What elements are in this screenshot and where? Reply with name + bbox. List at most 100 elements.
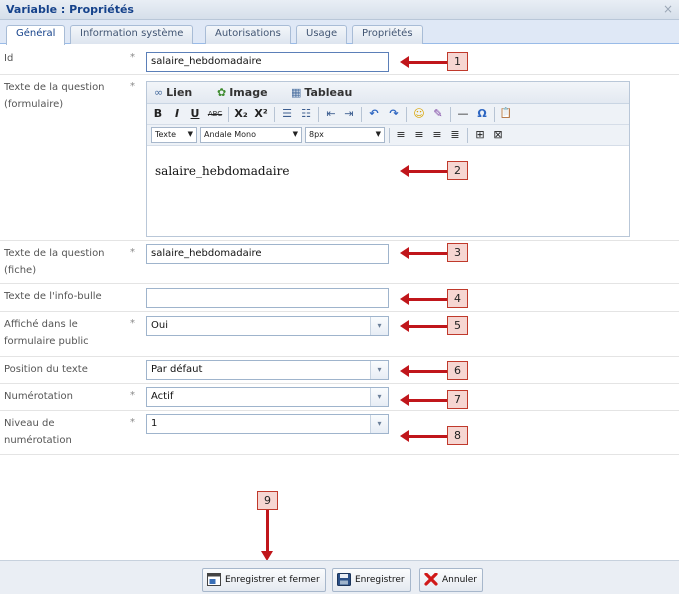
align-left-icon[interactable]: ≡ — [394, 127, 408, 143]
row-public-form: Affiché dans le formulaire public * Oui … — [0, 312, 679, 357]
required-mark: * — [130, 417, 135, 428]
question-form-label: Texte de la question (formulaire) — [4, 82, 105, 110]
outdent-icon[interactable]: ⇤ — [324, 106, 338, 122]
toolbar-separator — [494, 107, 495, 122]
red-x-icon — [424, 573, 438, 586]
chevron-down-icon[interactable]: ▾ — [370, 361, 388, 379]
cancel-button[interactable]: Annuler — [419, 568, 484, 592]
required-mark: * — [130, 390, 135, 401]
row-id: Id * salaire_hebdomadaire — [0, 46, 679, 75]
callout-arrow — [400, 165, 447, 177]
rich-text-editor: ∞ Lien ✿ Image ▦ Tableau B I U ABC X₂ X² ☰ … — [146, 81, 630, 237]
tab-strip: Général Information système Autorisation… — [0, 20, 679, 45]
editor-content[interactable]: salaire_hebdomadaire — [155, 164, 289, 178]
text-position-select[interactable]: Par défaut ▾ — [146, 360, 389, 380]
chevron-down-icon[interactable]: ▾ — [370, 415, 388, 433]
toolbar-separator — [318, 107, 319, 122]
save-label: Enregistrer — [355, 575, 405, 585]
underline-button[interactable]: U — [189, 106, 201, 122]
floppy-disk-icon — [337, 573, 351, 586]
public-form-value: Oui — [151, 320, 168, 331]
tab-general[interactable]: Général — [6, 25, 66, 45]
superscript-button[interactable]: X² — [253, 106, 269, 122]
subscript-button[interactable]: X₂ — [233, 106, 249, 122]
toolbar-separator — [406, 107, 407, 122]
justify-icon[interactable]: ≣ — [448, 127, 462, 143]
tooltip-label: Texte de l'info-bulle — [4, 291, 102, 302]
tab-permissions[interactable]: Autorisations — [205, 25, 291, 44]
special-char-icon[interactable]: Ω — [475, 106, 489, 122]
row-question-fiche: Texte de la question (fiche) * salaire_h… — [0, 241, 679, 284]
callout-arrow — [400, 293, 447, 305]
public-form-label: Affiché dans le formulaire public — [4, 319, 89, 347]
undo-icon[interactable]: ↶ — [367, 106, 381, 122]
required-mark: * — [130, 247, 135, 258]
italic-button[interactable]: I — [171, 106, 183, 122]
toolbar-separator — [467, 128, 468, 143]
font-select[interactable]: Andale Mono ▼ — [200, 127, 302, 143]
callout-arrow — [400, 430, 447, 442]
paste-icon[interactable]: 📋 — [499, 106, 513, 122]
window-title: Variable : Propriétés — [6, 3, 134, 16]
bullet-list-icon[interactable]: ☰ — [280, 106, 294, 122]
text-position-value: Par défaut — [151, 364, 203, 375]
required-mark: * — [130, 81, 135, 92]
format-select[interactable]: Texte ▼ — [151, 127, 197, 143]
editor-tab-link[interactable]: ∞ Lien — [154, 86, 192, 99]
tab-properties[interactable]: Propriétés — [352, 25, 423, 44]
indent-icon[interactable]: ⇥ — [342, 106, 356, 122]
emoticon-icon[interactable]: ☺ — [412, 106, 426, 122]
table-insert-icon[interactable]: ⊞ — [473, 127, 487, 143]
numbering-value: Actif — [151, 391, 174, 402]
cancel-label: Annuler — [442, 575, 478, 585]
id-label: Id — [4, 53, 14, 64]
toolbar-separator — [361, 107, 362, 122]
tab-system-info[interactable]: Information système — [70, 25, 194, 44]
numbering-level-value: 1 — [151, 418, 158, 429]
required-mark: * — [130, 52, 135, 63]
save-close-button[interactable]: Enregistrer et fermer — [202, 568, 326, 592]
chevron-down-icon[interactable]: ▾ — [370, 388, 388, 406]
text-position-label: Position du texte — [4, 364, 88, 375]
spellcheck-icon[interactable]: ✎ — [431, 106, 445, 122]
required-mark: * — [130, 318, 135, 329]
numbering-level-label: Niveau de numérotation — [4, 418, 72, 446]
id-input[interactable]: salaire_hebdomadaire — [146, 52, 389, 72]
horizontal-rule-icon[interactable]: — — [456, 106, 470, 122]
callout-badge-5: 5 — [447, 316, 468, 335]
save-button[interactable]: Enregistrer — [332, 568, 411, 592]
toolbar-separator — [450, 107, 451, 122]
tab-usage[interactable]: Usage — [296, 25, 348, 44]
callout-badge-4: 4 — [447, 289, 468, 308]
callout-arrow — [400, 247, 447, 259]
format-select-value: Texte — [155, 130, 177, 139]
callout-arrow — [400, 394, 447, 406]
align-right-icon[interactable]: ≡ — [430, 127, 444, 143]
editor-tab-table[interactable]: ▦ Tableau — [291, 86, 352, 99]
chevron-down-icon[interactable]: ▾ — [370, 317, 388, 335]
redo-icon[interactable]: ↷ — [387, 106, 401, 122]
row-text-position: Position du texte Par défaut ▾ — [0, 357, 679, 384]
editor-tabs: ∞ Lien ✿ Image ▦ Tableau — [147, 82, 629, 104]
question-fiche-input[interactable]: salaire_hebdomadaire — [146, 244, 389, 264]
align-center-icon[interactable]: ≡ — [412, 127, 426, 143]
tooltip-input[interactable] — [146, 288, 389, 308]
callout-badge-1: 1 — [447, 52, 468, 71]
numbered-list-icon[interactable]: ☷ — [299, 106, 313, 122]
numbering-level-select[interactable]: 1 ▾ — [146, 414, 389, 434]
callout-badge-9: 9 — [257, 491, 278, 510]
font-select-value: Andale Mono — [204, 130, 256, 139]
callout-badge-7: 7 — [447, 390, 468, 409]
table-delete-icon[interactable]: ⊠ — [491, 127, 505, 143]
window-save-icon — [207, 573, 221, 586]
close-icon[interactable]: × — [663, 2, 673, 16]
strikethrough-button[interactable]: ABC — [206, 106, 224, 122]
numbering-select[interactable]: Actif ▾ — [146, 387, 389, 407]
toolbar-separator — [389, 128, 390, 143]
numbering-label: Numérotation — [4, 391, 73, 402]
editor-tab-image[interactable]: ✿ Image — [217, 86, 268, 99]
editor-tab-table-label: Tableau — [304, 86, 353, 99]
public-form-select[interactable]: Oui ▾ — [146, 316, 389, 336]
bold-button[interactable]: B — [152, 106, 164, 122]
size-select[interactable]: 8px ▼ — [305, 127, 385, 143]
